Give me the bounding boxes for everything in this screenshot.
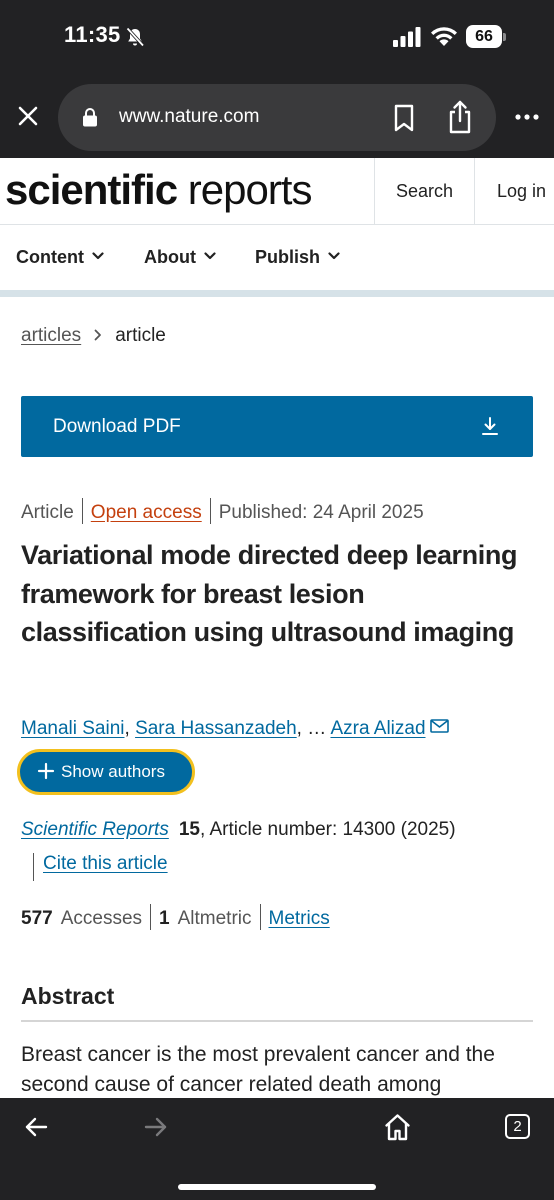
abstract-heading: Abstract — [21, 983, 115, 1009]
author-separator: , — [124, 718, 136, 739]
cite-container: Cite this article — [33, 853, 168, 881]
status-time: 11:35 — [64, 22, 121, 47]
article-title: Variational mode directed deep learning … — [21, 540, 518, 647]
author-list: Manali Saini, Sara Hassanzadeh, … Azra A… — [21, 718, 449, 740]
article-type: Article — [21, 502, 74, 524]
citation-line: Scientific Reports 15, Article number: 14… — [21, 819, 456, 841]
download-pdf-label: Download PDF — [53, 416, 181, 437]
show-authors-label: Show authors — [61, 762, 165, 781]
abstract-divider — [21, 1020, 533, 1022]
brand-logo[interactable]: scientific reports — [5, 166, 313, 214]
article-meta: Article Open access Published: 24 April 20… — [21, 498, 424, 526]
chevron-down-icon — [204, 252, 216, 260]
tabs-button[interactable]: 2 — [505, 1114, 530, 1139]
nav-about[interactable]: About — [144, 247, 216, 268]
article-number: , Article number: 14300 (2025) — [199, 819, 456, 840]
browser-toolbar: 2 — [0, 1098, 554, 1200]
lock-icon — [83, 108, 97, 127]
chevron-down-icon — [328, 252, 340, 260]
battery-icon: 66 — [466, 25, 506, 48]
forward-icon[interactable] — [144, 1116, 168, 1138]
published-date: Published: 24 April 2025 — [218, 502, 424, 524]
breadcrumb: articles article — [21, 325, 166, 347]
nav-publish-label: Publish — [255, 247, 321, 267]
address-bar[interactable]: www.nature.com — [58, 84, 496, 151]
cite-this-article-link[interactable]: Cite this article — [43, 853, 168, 874]
download-pdf-button[interactable]: Download PDF — [21, 396, 533, 457]
nav-divider — [0, 290, 554, 297]
site-nav: Content About Publish — [0, 226, 554, 290]
nav-about-label: About — [144, 247, 196, 267]
nav-content-label: Content — [16, 247, 84, 267]
accesses-label: Accesses — [60, 908, 143, 930]
meta-divider — [209, 498, 211, 524]
more-icon[interactable] — [514, 108, 540, 126]
browser-chrome: 11:35 66 www.nature.com — [0, 0, 554, 158]
abstract-text: Breast cancer is the most prevalent canc… — [21, 1043, 495, 1096]
battery-level: 66 — [475, 28, 493, 45]
breadcrumb-articles-link[interactable]: articles — [21, 325, 81, 346]
signal-icon — [393, 27, 421, 47]
journal-link[interactable]: Scientific Reports — [21, 819, 169, 840]
author-link[interactable]: Azra Alizad — [330, 718, 425, 739]
chevron-down-icon — [92, 252, 104, 260]
show-authors-button[interactable]: Show authors — [17, 749, 195, 795]
share-icon[interactable] — [446, 100, 474, 134]
close-icon[interactable] — [16, 104, 40, 128]
breadcrumb-current: article — [115, 325, 166, 346]
plus-icon — [37, 762, 55, 780]
login-button[interactable]: Log in — [475, 158, 554, 225]
back-icon[interactable] — [24, 1116, 48, 1138]
home-icon[interactable] — [384, 1113, 411, 1141]
battery-cap — [503, 33, 506, 41]
journal-volume: 15 — [178, 819, 200, 840]
home-indicator — [178, 1184, 376, 1190]
brand-name-bold: scientific — [5, 166, 178, 213]
status-bar: 11:35 66 — [0, 0, 554, 72]
meta-divider — [259, 904, 261, 930]
author-link[interactable]: Manali Saini — [21, 718, 125, 739]
download-icon — [482, 417, 498, 435]
search-button[interactable]: Search — [374, 158, 475, 225]
bookmark-icon[interactable] — [392, 104, 416, 132]
mail-icon[interactable] — [429, 719, 449, 733]
altmetric-label: Altmetric — [177, 908, 252, 930]
meta-divider — [81, 498, 83, 524]
chevron-right-icon — [94, 329, 102, 341]
author-ellipsis: , … — [296, 718, 331, 739]
nav-publish[interactable]: Publish — [255, 247, 340, 268]
author-link[interactable]: Sara Hassanzadeh — [135, 718, 297, 739]
meta-divider — [150, 904, 152, 930]
url-text[interactable]: www.nature.com — [119, 106, 259, 128]
nav-content[interactable]: Content — [16, 247, 104, 268]
brand-name-light: reports — [177, 166, 313, 213]
metrics-link[interactable]: Metrics — [269, 908, 330, 929]
bell-off-icon — [126, 27, 145, 47]
site-header: scientific reports Search Log in — [0, 158, 554, 225]
accesses-count: 577 — [21, 908, 53, 930]
altmetric-count: 1 — [159, 908, 170, 930]
wifi-icon — [431, 27, 457, 46]
open-access-link[interactable]: Open access — [91, 502, 202, 523]
metrics-summary: 577 Accesses 1 Altmetric Metrics — [21, 904, 330, 932]
